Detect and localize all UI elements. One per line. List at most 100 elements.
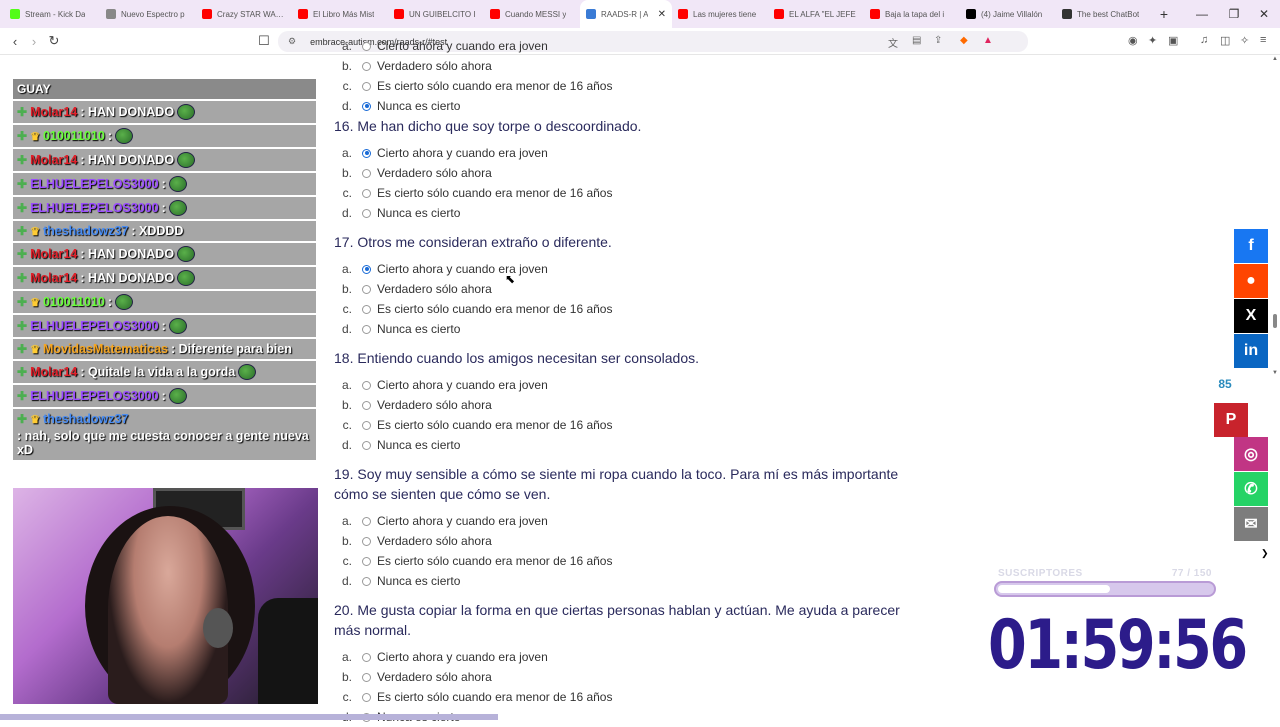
radio-button[interactable] [362,576,371,586]
sidebar-icon[interactable]: ◫ [1220,34,1230,47]
email-share-button[interactable]: ✉ [1234,507,1268,541]
maximize-button[interactable]: ❐ [1218,0,1250,28]
answer-option[interactable]: b. Verdadero sólo ahora [334,56,914,76]
brave-shield-icon[interactable]: ◆ [960,35,968,46]
answer-option[interactable]: b. Verdadero sólo ahora [334,531,914,551]
badge-icon: ✚ [17,153,28,167]
share-icon[interactable]: ⇪ [934,35,942,46]
reload-icon[interactable]: ↻ [44,31,64,51]
browser-tab[interactable]: El Libro Más Mist [292,0,388,28]
radio-button[interactable] [362,516,371,526]
screenshot-icon[interactable]: ▣ [1168,34,1178,47]
answer-option[interactable]: b. Verdadero sólo ahora [334,395,914,415]
answer-option[interactable]: a. Cierto ahora y cuando era joven [334,259,914,279]
scroll-down-icon[interactable]: ▼ [1272,370,1278,376]
radio-button[interactable] [362,440,371,450]
answer-option[interactable]: a. Cierto ahora y cuando era joven [334,375,914,395]
option-label: Cierto ahora y cuando era joven [377,146,548,160]
pinterest-share-button[interactable]: P [1214,403,1248,437]
radio-button[interactable] [362,61,371,71]
radio-button[interactable] [362,556,371,566]
tab-favicon-icon [106,9,116,19]
answer-option[interactable]: b. Verdadero sólo ahora [334,163,914,183]
reddit-share-button[interactable]: ● [1234,264,1268,298]
tab-title: El Libro Más Mist [313,9,375,19]
option-label: Cierto ahora y cuando era joven [377,39,548,53]
radio-button[interactable] [362,420,371,430]
radio-button[interactable] [362,168,371,178]
page-scrollbar[interactable]: ▲ ▼ [1270,56,1280,720]
answer-option[interactable]: c. Es cierto sólo cuando era menor de 16 … [334,299,914,319]
browser-tab[interactable]: UN GUIBELCITO I [388,0,484,28]
minimize-button[interactable]: — [1186,0,1218,28]
answer-option[interactable]: d. Nunca es cierto [334,96,914,116]
close-tab-icon[interactable]: ✕ [658,9,666,20]
radio-button[interactable] [362,101,371,111]
answer-option[interactable]: a. Cierto ahora y cuando era joven [334,647,914,667]
scrollbar-thumb[interactable] [1273,314,1277,328]
answer-option[interactable]: b. Verdadero sólo ahora [334,279,914,299]
radio-button[interactable] [362,672,371,682]
radio-button[interactable] [362,208,371,218]
site-info-icon[interactable]: ⚙ [288,36,296,47]
linkedin-share-button[interactable]: in [1234,334,1268,368]
answer-option[interactable]: c. Es cierto sólo cuando era menor de 16 … [334,687,914,707]
radio-button[interactable] [362,41,371,51]
browser-tab[interactable]: Baja la tapa del i [864,0,960,28]
radio-button[interactable] [362,304,371,314]
browser-tab[interactable]: (4) Jaime Villalón [960,0,1056,28]
browser-tab[interactable]: Cuando MESSI y [484,0,580,28]
radio-button[interactable] [362,284,371,294]
radio-button[interactable] [362,324,371,334]
forward-icon[interactable]: › [24,31,44,51]
instagram-share-button[interactable]: ◎ [1234,437,1268,471]
answer-option[interactable]: d. Nunca es cierto [334,571,914,591]
back-icon[interactable]: ‹ [5,31,25,51]
extensions-icon[interactable]: ✦ [1148,34,1157,47]
radio-button[interactable] [362,380,371,390]
answer-option[interactable]: c. Es cierto sólo cuando era menor de 16 … [334,551,914,571]
media-icon[interactable]: ♫ [1200,34,1208,46]
collapse-share-icon[interactable]: ❯ [1261,548,1269,559]
tab-title: Cuando MESSI y [505,9,567,19]
answer-option[interactable]: a. Cierto ahora y cuando era joven [334,511,914,531]
facebook-share-button[interactable]: f [1234,229,1268,263]
close-window-button[interactable]: ✕ [1248,0,1280,28]
browser-tab[interactable]: The best ChatBot [1056,0,1152,28]
browser-tab[interactable]: RAADS-R | A ✕ [580,0,672,28]
answer-option[interactable]: d. Nunca es cierto [334,435,914,455]
radio-button[interactable] [362,188,371,198]
radio-button[interactable] [362,400,371,410]
browser-tab[interactable]: Las mujeres tiene [672,0,768,28]
tab-title: Nuevo Espectro p [121,9,185,19]
scroll-up-icon[interactable]: ▲ [1272,56,1278,62]
radio-button[interactable] [362,652,371,662]
browser-tab[interactable]: Nuevo Espectro p [100,0,196,28]
rewards-icon[interactable]: ▲ [983,35,993,46]
answer-option[interactable]: a. Cierto ahora y cuando era joven [334,143,914,163]
extension-cookie-icon[interactable]: ◉ [1128,34,1138,47]
menu-icon[interactable]: ≡ [1260,34,1266,46]
radio-button[interactable] [362,148,371,158]
browser-tab[interactable]: Crazy STAR WARS [196,0,292,28]
answer-option[interactable]: c. Es cierto sólo cuando era menor de 16 … [334,415,914,435]
bookmark-icon[interactable]: ☐ [254,31,274,51]
radio-button[interactable] [362,81,371,91]
radio-button[interactable] [362,264,371,274]
answer-option[interactable]: d. Nunca es cierto [334,319,914,339]
radio-button[interactable] [362,536,371,546]
answer-option[interactable]: c. Es cierto sólo cuando era menor de 16 … [334,183,914,203]
answer-option[interactable]: a. Cierto ahora y cuando era joven [334,36,914,56]
whatsapp-share-button[interactable]: ✆ [1234,472,1268,506]
chat-message: ✚ ELHUELEPELOS3000: [13,385,316,407]
browser-tab[interactable]: EL ALFA "EL JEFE [768,0,864,28]
chat-title: GUAY [13,79,316,99]
answer-option[interactable]: b. Verdadero sólo ahora [334,667,914,687]
radio-button[interactable] [362,692,371,702]
answer-option[interactable]: d. Nunca es cierto [334,203,914,223]
leo-ai-icon[interactable]: ✧ [1240,34,1249,47]
browser-tab[interactable]: Stream - Kick Da [4,0,100,28]
new-tab-button[interactable]: + [1152,6,1176,22]
answer-option[interactable]: c. Es cierto sólo cuando era menor de 16 … [334,76,914,96]
x-share-button[interactable]: X [1234,299,1268,333]
